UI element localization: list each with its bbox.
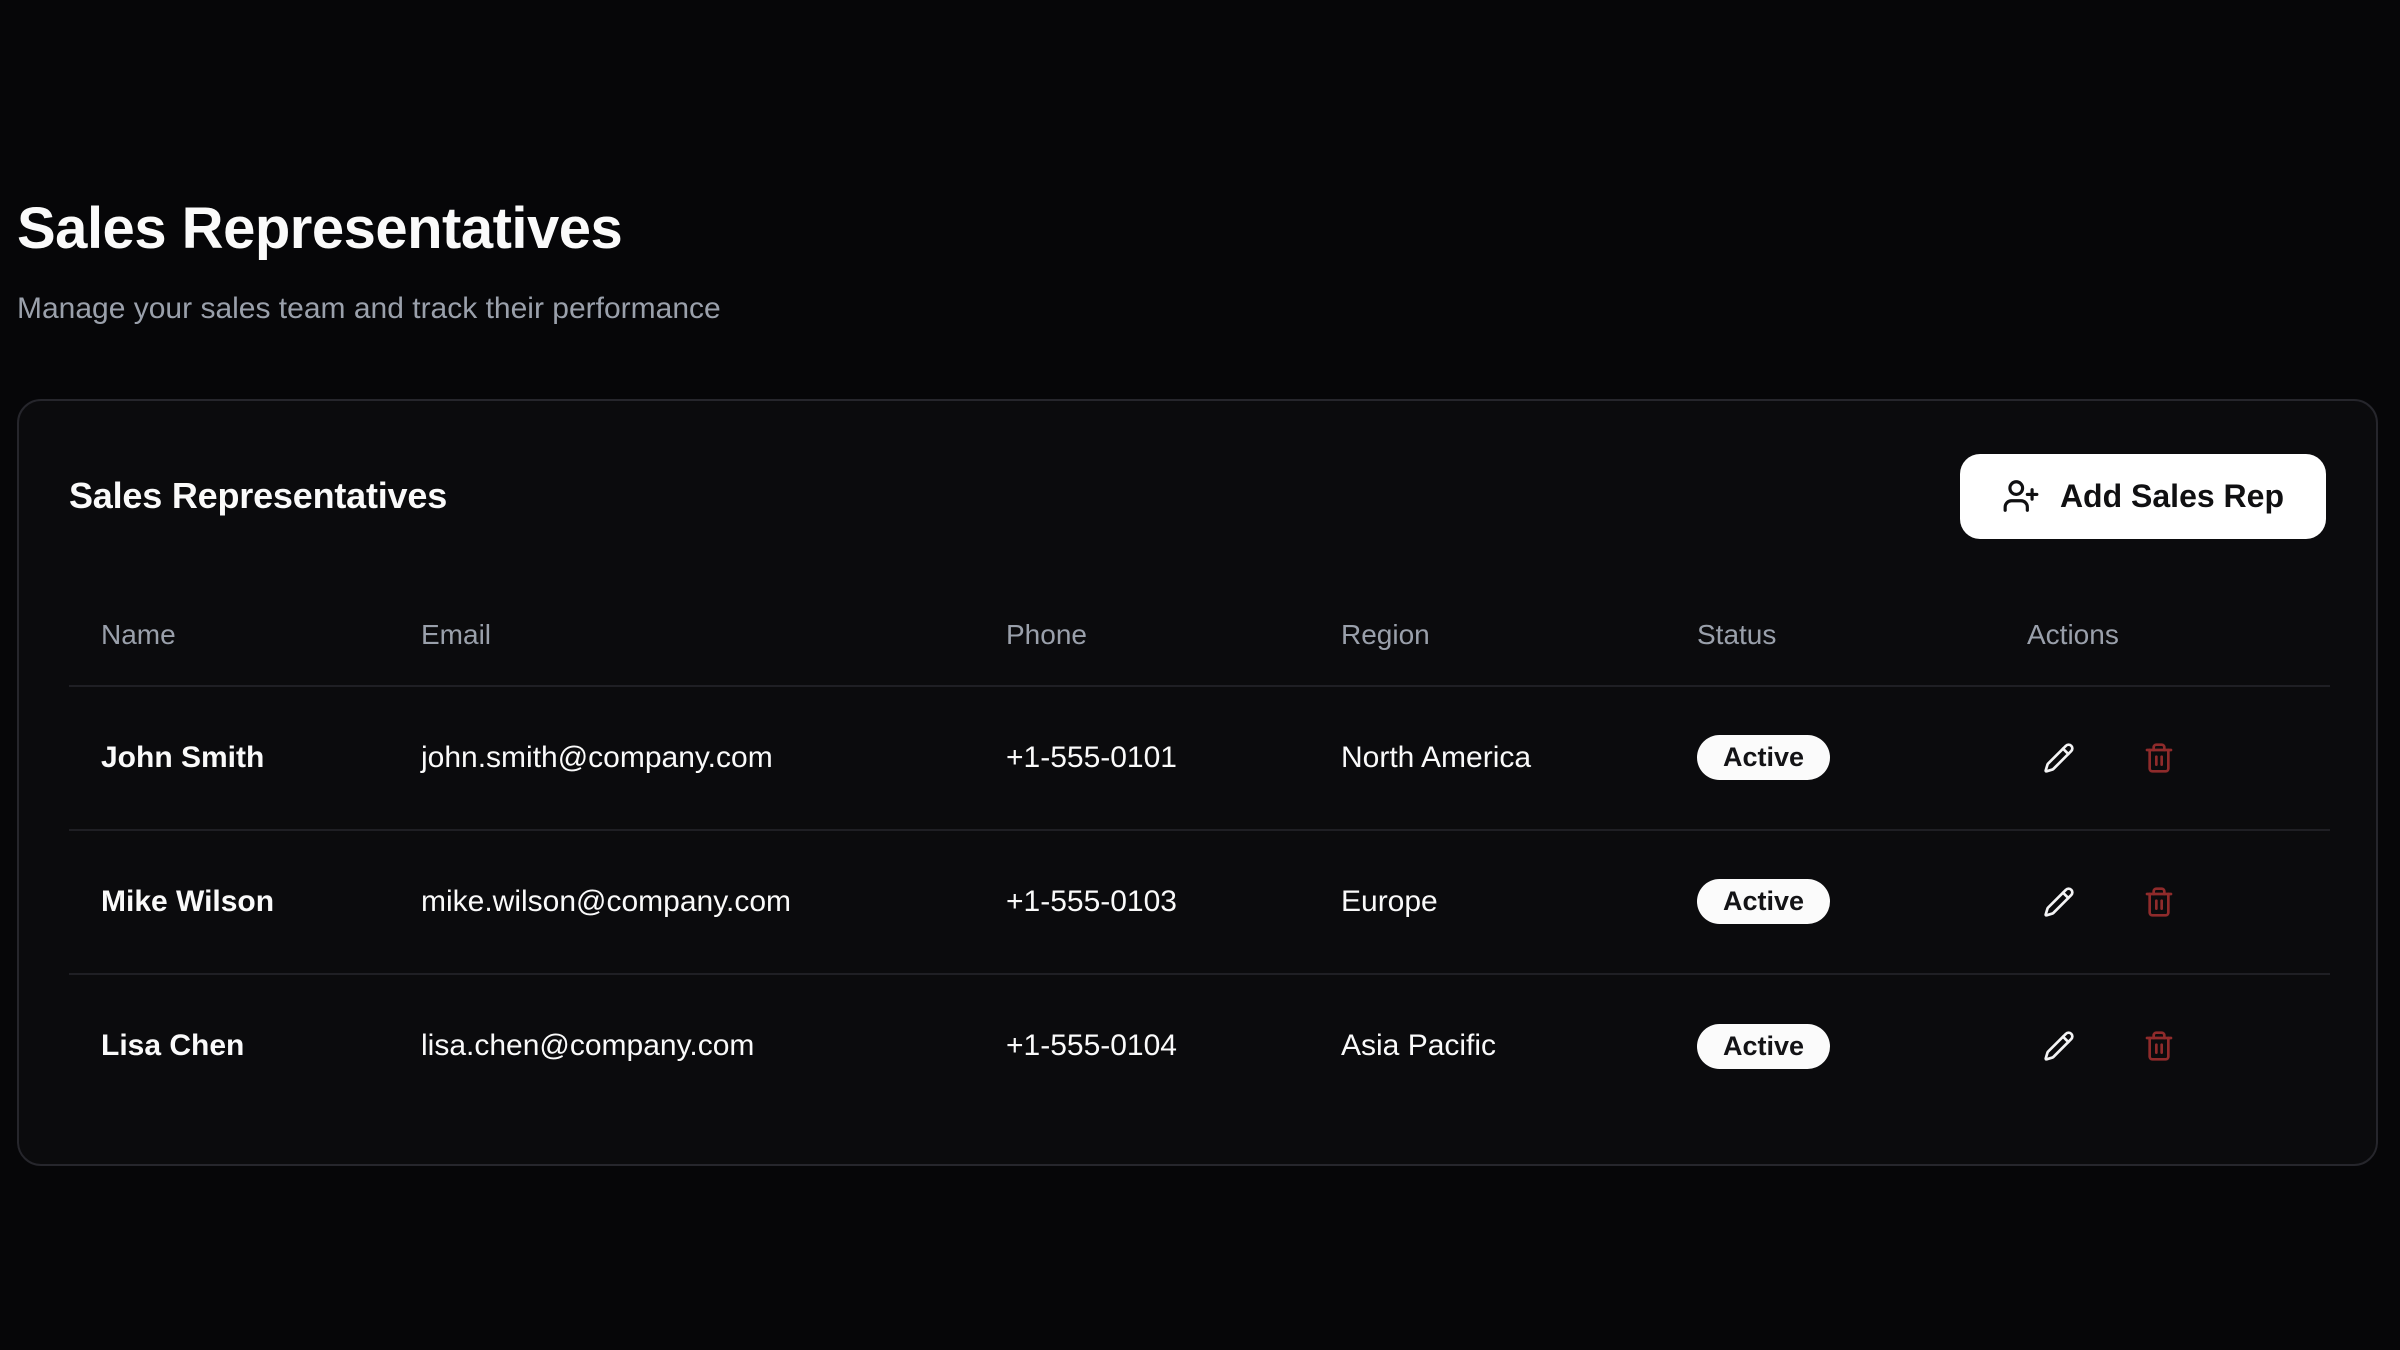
sales-reps-table: Name Email Phone Region Status Actions J… [69,544,2330,1118]
sales-representatives-card: Sales Representatives Add Sales Rep [17,399,2378,1166]
column-header-email: Email [389,544,974,686]
cell-actions [1995,686,2330,830]
cell-email: mike.wilson@company.com [389,830,974,974]
card-header: Sales Representatives Add Sales Rep [69,449,2326,544]
cell-region: North America [1309,686,1665,830]
trash-icon [2143,886,2175,918]
table-row: John Smith john.smith@company.com +1-555… [69,686,2330,830]
card-title: Sales Representatives [69,475,447,517]
pencil-icon [2043,886,2075,918]
row-actions [2027,870,2298,934]
cell-actions [1995,974,2330,1118]
page-subtitle: Manage your sales team and track their p… [17,291,2378,327]
cell-phone: +1-555-0101 [974,686,1309,830]
column-header-name: Name [69,544,389,686]
status-badge: Active [1697,1024,1830,1069]
cell-phone: +1-555-0103 [974,830,1309,974]
pencil-icon [2043,742,2075,774]
cell-name: John Smith [69,686,389,830]
page: Sales Representatives Manage your sales … [0,0,2400,1166]
row-actions [2027,726,2298,790]
cell-email: john.smith@company.com [389,686,974,830]
edit-button[interactable] [2027,1014,2091,1078]
add-sales-rep-button-label: Add Sales Rep [2060,478,2284,515]
trash-icon [2143,742,2175,774]
cell-status: Active [1665,686,1995,830]
user-plus-icon [2002,477,2040,515]
cell-phone: +1-555-0104 [974,974,1309,1118]
delete-button[interactable] [2127,726,2191,790]
add-sales-rep-button[interactable]: Add Sales Rep [1960,454,2326,539]
delete-button[interactable] [2127,1014,2191,1078]
cell-region: Asia Pacific [1309,974,1665,1118]
cell-status: Active [1665,974,1995,1118]
cell-status: Active [1665,830,1995,974]
cell-name: Mike Wilson [69,830,389,974]
cell-name: Lisa Chen [69,974,389,1118]
status-badge: Active [1697,879,1830,924]
column-header-actions: Actions [1995,544,2330,686]
row-actions [2027,1014,2298,1078]
page-title: Sales Representatives [17,196,2378,263]
edit-button[interactable] [2027,726,2091,790]
edit-button[interactable] [2027,870,2091,934]
table-row: Mike Wilson mike.wilson@company.com +1-5… [69,830,2330,974]
trash-icon [2143,1030,2175,1062]
table-body: John Smith john.smith@company.com +1-555… [69,686,2330,1118]
column-header-status: Status [1665,544,1995,686]
column-header-region: Region [1309,544,1665,686]
cell-region: Europe [1309,830,1665,974]
cell-email: lisa.chen@company.com [389,974,974,1118]
table-header-row: Name Email Phone Region Status Actions [69,544,2330,686]
column-header-phone: Phone [974,544,1309,686]
pencil-icon [2043,1030,2075,1062]
cell-actions [1995,830,2330,974]
table-row: Lisa Chen lisa.chen@company.com +1-555-0… [69,974,2330,1118]
delete-button[interactable] [2127,870,2191,934]
status-badge: Active [1697,735,1830,780]
